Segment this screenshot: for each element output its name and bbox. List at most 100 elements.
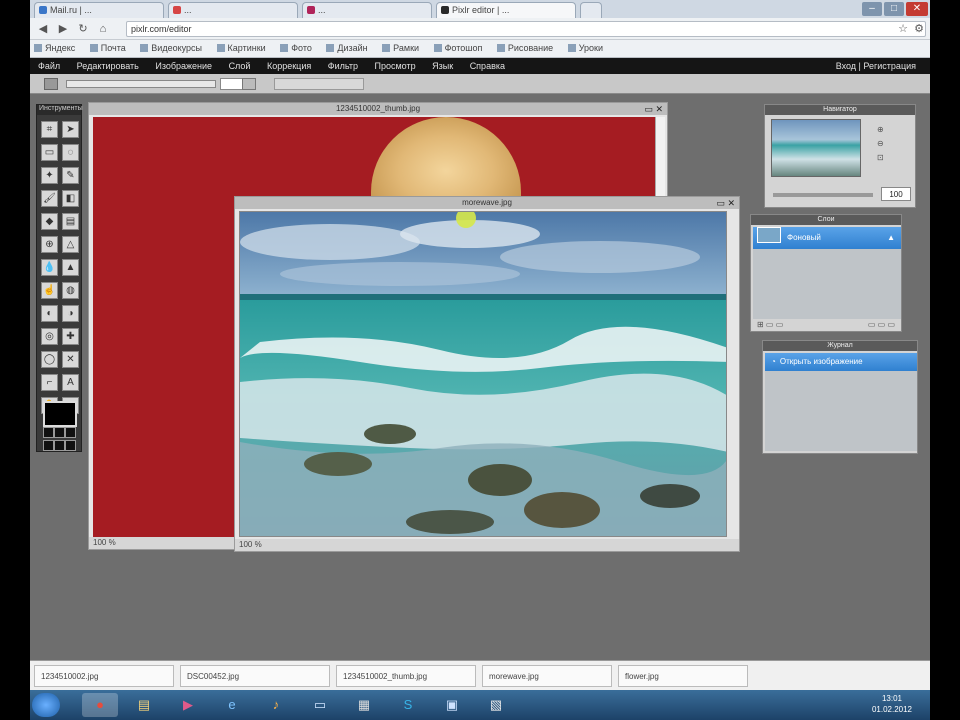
system-clock[interactable]: 13:01 01.02.2012 bbox=[872, 693, 912, 715]
navigator-zoom-value[interactable]: 100 bbox=[881, 187, 911, 201]
menu-view[interactable]: Просмотр bbox=[375, 61, 416, 71]
close-icon[interactable]: ✕ bbox=[906, 2, 928, 16]
media-icon[interactable]: ♪ bbox=[258, 693, 294, 717]
home-icon[interactable]: ⌂ bbox=[96, 22, 110, 36]
wand-tool-icon[interactable]: ✦ bbox=[41, 167, 58, 184]
stamp-tool-icon[interactable]: ⊕ bbox=[41, 236, 58, 253]
menu-image[interactable]: Изображение bbox=[155, 61, 212, 71]
window-icon[interactable]: ▣ bbox=[434, 693, 470, 717]
document-tab[interactable]: 1234510002_thumb.jpg bbox=[336, 665, 476, 687]
navigator-zoom-icons[interactable]: ⊕ ⊖ ⊡ bbox=[877, 123, 884, 165]
bucket-tool-icon[interactable]: ◆ bbox=[41, 213, 58, 230]
eyedropper-tool-icon[interactable]: ⌐ bbox=[41, 374, 58, 391]
bloat-tool-icon[interactable]: ◯ bbox=[41, 351, 58, 368]
bookmark-item[interactable]: Яндекс bbox=[34, 43, 75, 53]
drawing-tool-icon[interactable]: △ bbox=[62, 236, 79, 253]
option-value-field[interactable] bbox=[220, 78, 244, 90]
spot-heal-tool-icon[interactable]: ✚ bbox=[62, 328, 79, 345]
swatch-control-icon[interactable] bbox=[65, 440, 76, 451]
eraser-tool-icon[interactable]: ◧ bbox=[62, 190, 79, 207]
menu-layer[interactable]: Слой bbox=[229, 61, 251, 71]
window-controls-icon[interactable]: ▭ ✕ bbox=[716, 198, 735, 209]
new-tab-button[interactable] bbox=[580, 2, 602, 18]
smudge-tool-icon[interactable]: ☝ bbox=[41, 282, 58, 299]
document-tab[interactable]: flower.jpg bbox=[618, 665, 748, 687]
browser-tab[interactable]: ... bbox=[302, 2, 432, 18]
menu-adjust[interactable]: Коррекция bbox=[267, 61, 311, 71]
document-tab[interactable]: morewave.jpg bbox=[482, 665, 612, 687]
reload-icon[interactable]: ↻ bbox=[76, 22, 90, 36]
wrench-icon[interactable]: ⚙ bbox=[912, 22, 926, 36]
login-register-link[interactable]: Вход | Регистрация bbox=[836, 61, 916, 71]
maximize-icon[interactable]: □ bbox=[884, 2, 904, 16]
video-icon[interactable]: ▶ bbox=[170, 693, 206, 717]
pinch-tool-icon[interactable]: ✕ bbox=[62, 351, 79, 368]
document-tab[interactable]: 1234510002.jpg bbox=[34, 665, 174, 687]
browser-tab-active[interactable]: Pixlr editor | ... bbox=[436, 2, 576, 18]
navigator-zoom-slider[interactable] bbox=[773, 193, 873, 197]
browser-tab[interactable]: ... bbox=[168, 2, 298, 18]
monitor-icon[interactable]: ▭ bbox=[302, 693, 338, 717]
bookmark-item[interactable]: Видеокурсы bbox=[140, 43, 202, 53]
pencil-tool-icon[interactable]: ✎ bbox=[62, 167, 79, 184]
bookmark-item[interactable]: Рамки bbox=[382, 43, 419, 53]
sponge-tool-icon[interactable]: ◍ bbox=[62, 282, 79, 299]
swatch-control-icon[interactable] bbox=[54, 440, 65, 451]
image-icon[interactable]: ▧ bbox=[478, 693, 514, 717]
forward-icon[interactable]: ▶ bbox=[56, 22, 70, 36]
bookmark-item[interactable]: Фото bbox=[280, 43, 312, 53]
swatch-control-icon[interactable] bbox=[54, 427, 65, 438]
bookmark-item[interactable]: Рисование bbox=[496, 43, 553, 53]
menu-file[interactable]: Файл bbox=[38, 61, 60, 71]
browser-tab[interactable]: Mail.ru | ... bbox=[34, 2, 164, 18]
bookmark-item[interactable]: Фотошоп bbox=[433, 43, 482, 53]
dodge-tool-icon[interactable]: ◐ bbox=[41, 305, 58, 322]
text-tool-icon[interactable]: A bbox=[62, 374, 79, 391]
chrome-icon[interactable]: ● bbox=[82, 693, 118, 717]
color-swatch[interactable] bbox=[43, 401, 77, 427]
sea-canvas[interactable] bbox=[239, 211, 727, 537]
menu-language[interactable]: Язык bbox=[432, 61, 453, 71]
document-tab[interactable]: DSC00452.jpg bbox=[180, 665, 330, 687]
crop-tool-icon[interactable]: ⌗ bbox=[41, 121, 58, 138]
layer-tools-icons[interactable]: ⊞ ▭ ▭ bbox=[757, 320, 783, 329]
layer-row[interactable]: Фоновый ▲ bbox=[753, 227, 901, 249]
option-slider[interactable] bbox=[66, 80, 216, 88]
lock-icon[interactable]: ▲ bbox=[887, 227, 895, 249]
lasso-tool-icon[interactable]: ◌ bbox=[62, 144, 79, 161]
option-dropdown[interactable] bbox=[274, 78, 364, 90]
swatch-control-icon[interactable] bbox=[65, 427, 76, 438]
window-controls-icon[interactable]: ▭ ✕ bbox=[644, 104, 663, 115]
move-tool-icon[interactable]: ➤ bbox=[62, 121, 79, 138]
history-item[interactable]: ◔ Открыть изображение bbox=[765, 353, 917, 371]
windows-start-icon[interactable] bbox=[32, 693, 60, 717]
sharpen-tool-icon[interactable]: ▲ bbox=[62, 259, 79, 276]
ie-icon[interactable]: e bbox=[214, 693, 250, 717]
layer-delete-icons[interactable]: ▭ ▭ ▭ bbox=[868, 320, 895, 329]
bookmark-item[interactable]: Почта bbox=[89, 43, 126, 53]
tool-option-icon[interactable] bbox=[44, 78, 58, 90]
redeye-tool-icon[interactable]: ◎ bbox=[41, 328, 58, 345]
doc-icon[interactable]: ▦ bbox=[346, 693, 382, 717]
bookmark-item[interactable]: Дизайн bbox=[326, 43, 368, 53]
document-window-sea[interactable]: morewave.jpg ▭ ✕ 100 % bbox=[234, 196, 740, 552]
brush-tool-icon[interactable]: 🖌 bbox=[41, 190, 58, 207]
blur-tool-icon[interactable]: 💧 bbox=[41, 259, 58, 276]
menu-help[interactable]: Справка bbox=[470, 61, 505, 71]
swatch-control-icon[interactable] bbox=[43, 440, 54, 451]
minimize-icon[interactable]: – bbox=[862, 2, 882, 16]
bookmark-star-icon[interactable]: ☆ bbox=[896, 22, 910, 36]
gradient-tool-icon[interactable]: ▤ bbox=[62, 213, 79, 230]
skype-icon[interactable]: S bbox=[390, 693, 426, 717]
url-input[interactable]: pixlr.com/editor bbox=[126, 21, 926, 37]
bookmark-item[interactable]: Уроки bbox=[567, 43, 603, 53]
swatch-control-icon[interactable] bbox=[43, 427, 54, 438]
navigator-thumbnail[interactable] bbox=[771, 119, 861, 177]
bookmark-item[interactable]: Картинки bbox=[216, 43, 266, 53]
burn-tool-icon[interactable]: ◑ bbox=[62, 305, 79, 322]
back-icon[interactable]: ◀ bbox=[36, 22, 50, 36]
folder-icon[interactable]: ▤ bbox=[126, 693, 162, 717]
menu-edit[interactable]: Редактировать bbox=[77, 61, 139, 71]
menu-filter[interactable]: Фильтр bbox=[328, 61, 358, 71]
chevron-down-icon[interactable] bbox=[242, 78, 256, 90]
